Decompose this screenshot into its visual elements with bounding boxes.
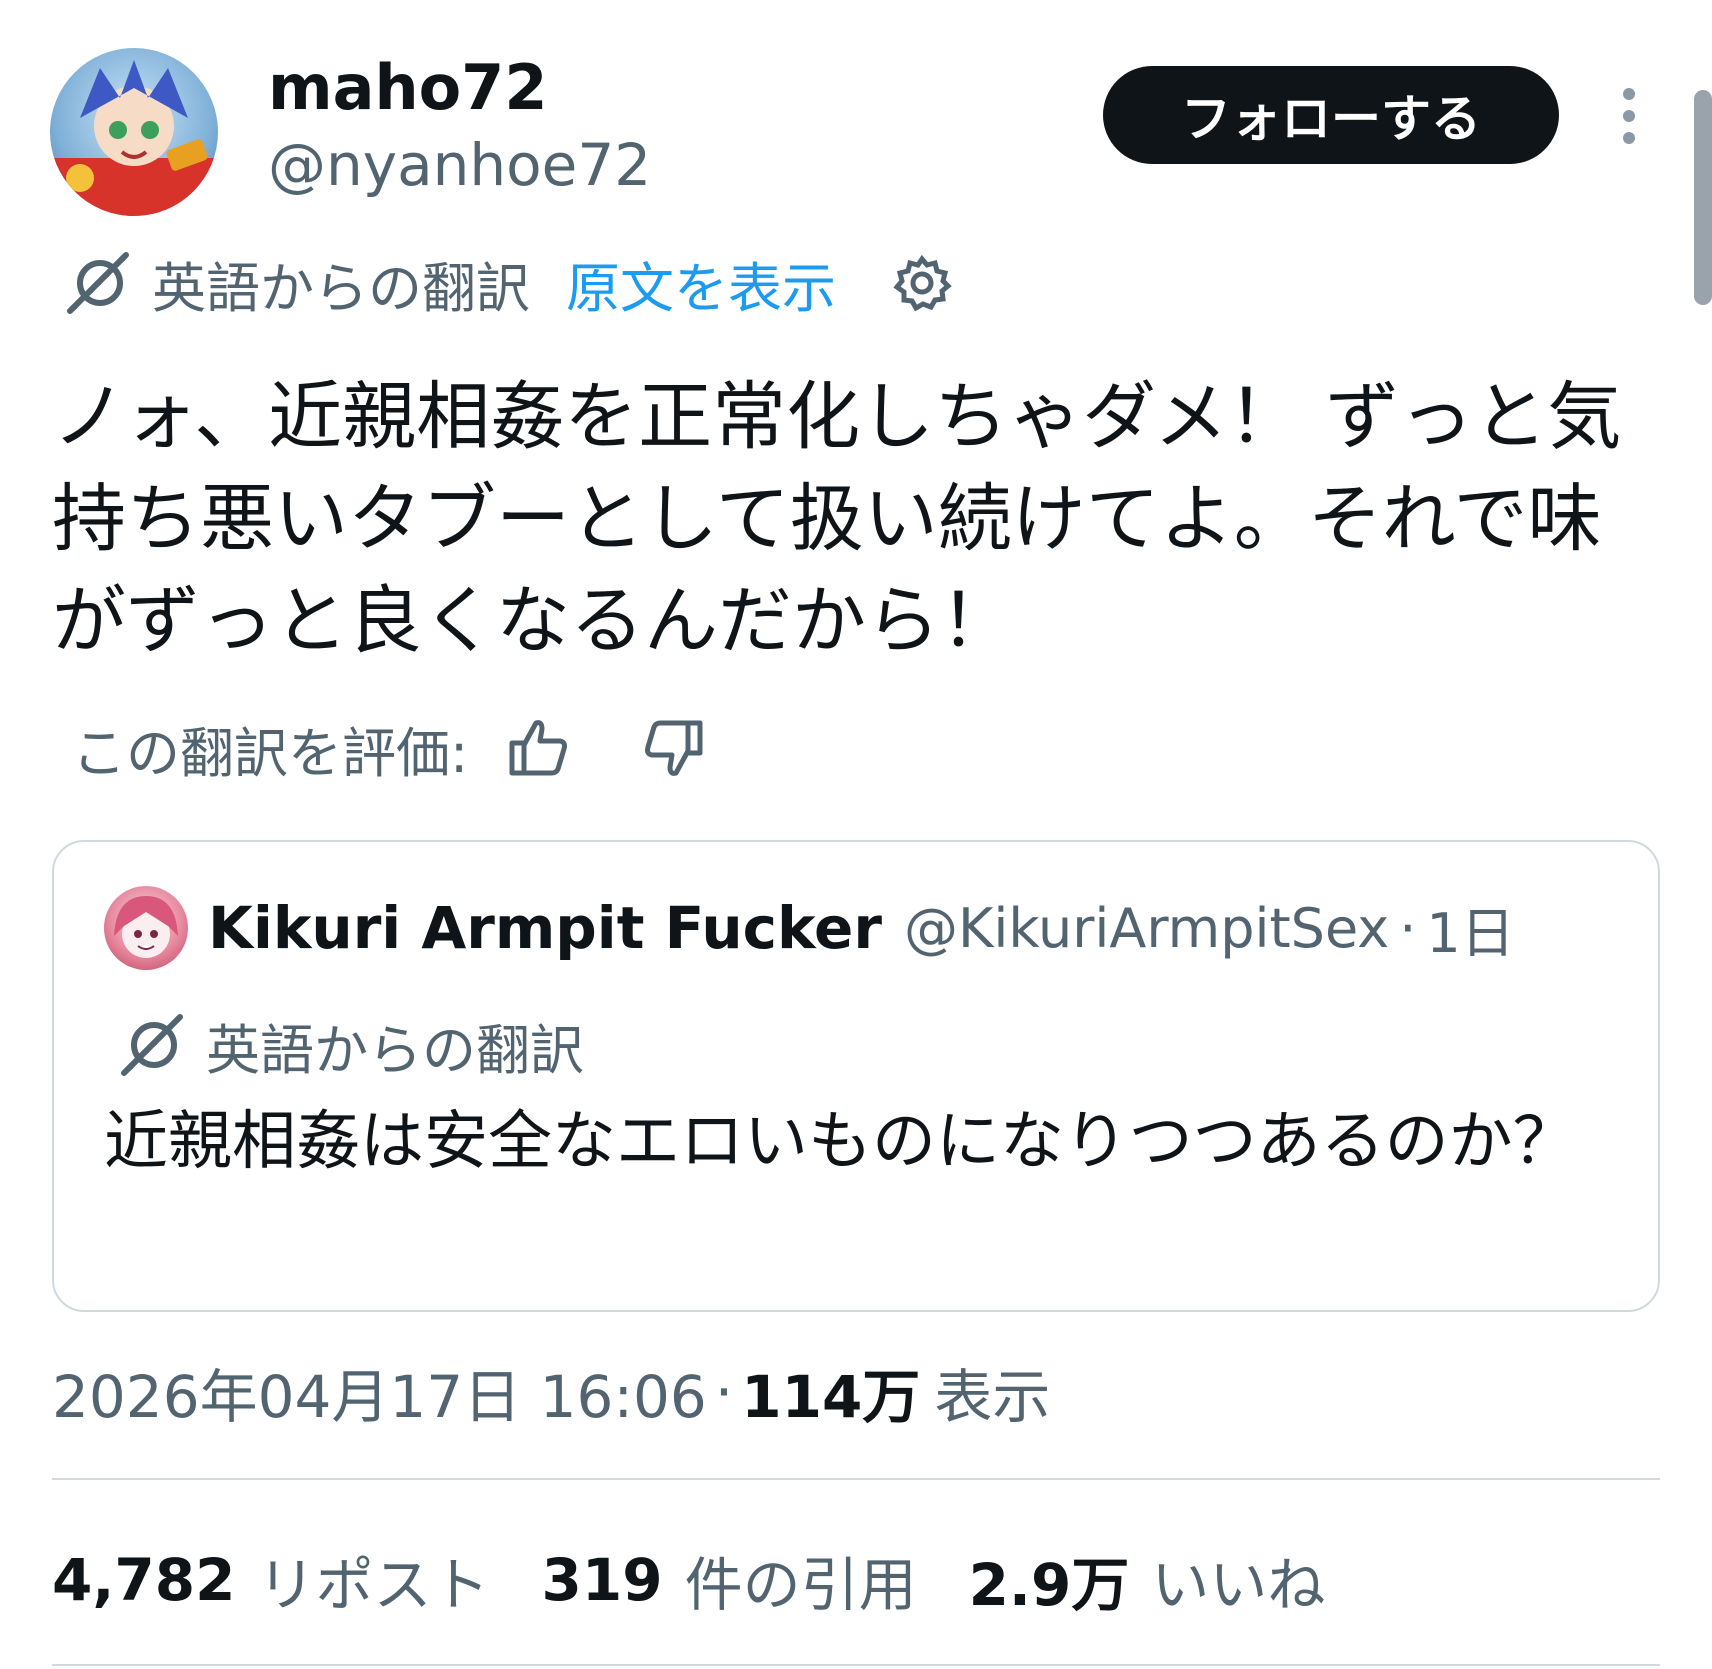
quoted-author-avatar[interactable] <box>104 886 188 970</box>
author-display-name[interactable]: maho72 <box>268 52 547 124</box>
divider <box>52 1664 1660 1666</box>
rate-translation: この翻訳を評価: <box>72 708 704 788</box>
thumbs-up-icon[interactable] <box>508 717 570 779</box>
meta-separator: · <box>714 1358 734 1426</box>
tweet-datetime[interactable]: 2026年04月17日 16:06 <box>52 1350 707 1434</box>
vertical-ellipsis-icon[interactable] <box>1612 86 1646 146</box>
anime-character-avatar-icon <box>114 896 178 958</box>
quoted-separator: · <box>1399 896 1417 960</box>
quoted-author-name[interactable]: Kikuri Armpit Fucker <box>208 894 882 962</box>
divider <box>52 1478 1660 1480</box>
tweet-text: ノォ、近親相姦を正常化しちゃダメ！ ずっと気持ち悪いタブーとして扱い続けてよ。そ… <box>52 374 1622 664</box>
follow-button[interactable]: フォローする <box>1103 66 1559 164</box>
reposts-stat[interactable]: 4,782 リポスト <box>52 1538 489 1622</box>
quoted-translation-bar: 英語からの翻訳 <box>120 1010 584 1082</box>
thumbs-down-icon[interactable] <box>642 717 704 779</box>
quoted-tweet-text: 近親相姦は安全なエロいものになりつつあるのか？ <box>104 1105 1577 1179</box>
quoted-author-handle[interactable]: @KikuriArmpitSex <box>904 897 1389 960</box>
anime-character-avatar-icon <box>50 60 218 216</box>
rate-translation-label: この翻訳を評価: <box>72 721 469 785</box>
translation-bar: 英語からの翻訳 原文を表示 <box>66 248 952 320</box>
translate-icon <box>120 1013 184 1077</box>
likes-count: 2.9万 <box>968 1551 1130 1619</box>
quotes-stat[interactable]: 319 件の引用 <box>541 1538 916 1622</box>
author-handle[interactable]: @nyanhoe72 <box>268 130 651 200</box>
quotes-count: 319 <box>541 1546 663 1614</box>
quoted-translation-label: 英語からの翻訳 <box>206 1018 584 1082</box>
quoted-timestamp[interactable]: 1日 <box>1426 889 1514 968</box>
reposts-label: リポスト <box>257 1551 490 1619</box>
likes-stat[interactable]: 2.9万 いいね <box>969 1538 1326 1622</box>
views-label: 表示 <box>934 1363 1051 1431</box>
engagement-stats: 4,782 リポスト 319 件の引用 2.9万 いいね <box>52 1540 1377 1620</box>
scrollbar[interactable] <box>1694 90 1712 305</box>
quoted-tweet-header: Kikuri Armpit Fucker @KikuriArmpitSex · … <box>208 886 1515 970</box>
views-count: 114万 <box>741 1363 921 1431</box>
gear-icon[interactable] <box>892 253 952 313</box>
tweet-meta: 2026年04月17日 16:06 · 114万 表示 <box>52 1352 1050 1432</box>
author-avatar[interactable] <box>50 48 218 216</box>
quotes-label: 件の引用 <box>684 1551 917 1619</box>
quoted-tweet-card[interactable]: Kikuri Armpit Fucker @KikuriArmpitSex · … <box>52 840 1660 1312</box>
translation-label: 英語からの翻訳 <box>152 256 530 320</box>
translate-icon <box>66 251 130 315</box>
reposts-count: 4,782 <box>52 1546 236 1614</box>
show-original-link[interactable]: 原文を表示 <box>566 244 836 323</box>
likes-label: いいね <box>1151 1551 1326 1619</box>
